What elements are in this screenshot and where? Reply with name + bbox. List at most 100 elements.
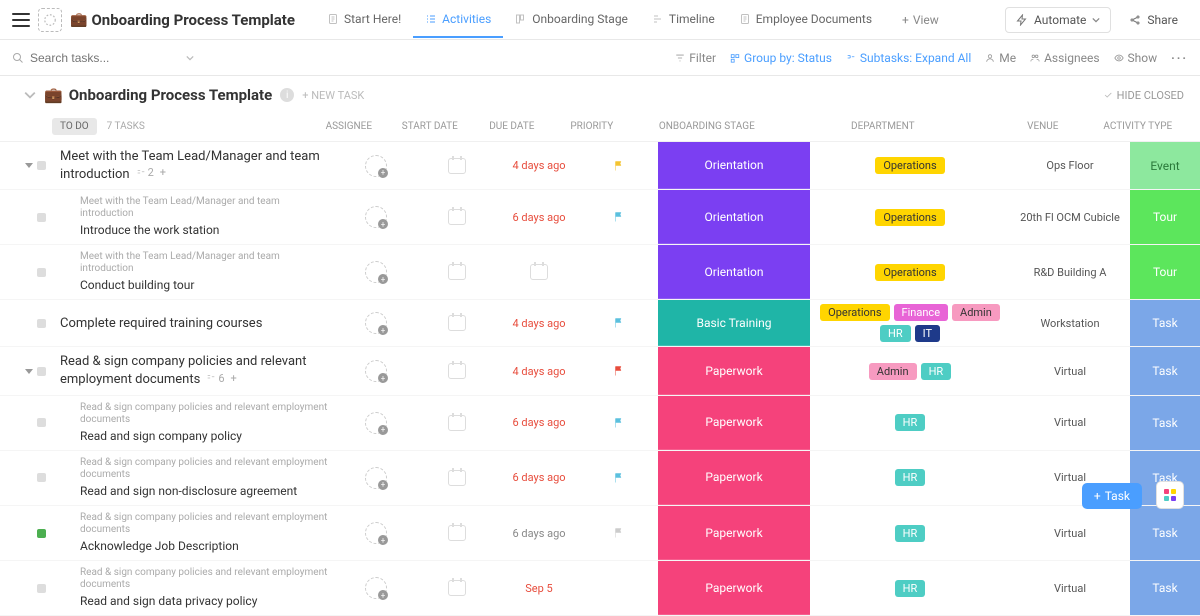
space-icon[interactable]: [38, 8, 62, 32]
assignee-placeholder[interactable]: [365, 412, 387, 434]
stage-cell[interactable]: Paperwork: [658, 396, 810, 450]
more-icon[interactable]: ···: [1171, 51, 1188, 65]
calendar-icon[interactable]: [448, 264, 466, 280]
dept-cell[interactable]: Operations: [810, 205, 1010, 230]
activity-cell[interactable]: Task: [1130, 506, 1200, 560]
activity-cell[interactable]: Task: [1130, 300, 1200, 346]
due-date[interactable]: 6 days ago: [512, 416, 565, 429]
activity-cell[interactable]: Task: [1130, 347, 1200, 394]
view-tab-onboarding-stage[interactable]: Onboarding Stage: [503, 2, 640, 38]
dept-cell[interactable]: Operations: [810, 153, 1010, 178]
dept-tag[interactable]: HR: [895, 580, 926, 597]
collapse-icon[interactable]: [24, 89, 36, 101]
col-activity[interactable]: ACTIVITY TYPE: [1103, 121, 1173, 132]
flag-icon[interactable]: [613, 210, 625, 224]
col-priority[interactable]: PRIORITY: [553, 121, 631, 132]
dept-tag[interactable]: HR: [895, 525, 926, 542]
calendar-icon[interactable]: [448, 470, 466, 486]
subtask-row[interactable]: Meet with the Team Lead/Manager and team…: [0, 190, 1200, 245]
task-name[interactable]: Conduct building tour: [80, 277, 332, 293]
calendar-icon[interactable]: [448, 415, 466, 431]
venue-cell[interactable]: 20th Fl OCM Cubicle: [1010, 211, 1130, 224]
group-by-button[interactable]: Group by: Status: [730, 51, 832, 65]
dept-tag[interactable]: Admin: [869, 363, 917, 380]
due-date[interactable]: 6 days ago: [512, 211, 565, 224]
stage-cell[interactable]: Paperwork: [658, 561, 810, 615]
subtask-row[interactable]: Meet with the Team Lead/Manager and team…: [0, 245, 1200, 300]
flag-icon[interactable]: [613, 364, 625, 378]
venue-cell[interactable]: Virtual: [1010, 416, 1130, 429]
due-date[interactable]: 4 days ago: [512, 159, 565, 172]
expand-icon[interactable]: [25, 369, 33, 374]
dept-cell[interactable]: AdminHR: [810, 359, 1010, 384]
task-name[interactable]: Read and sign data privacy policy: [80, 593, 332, 609]
col-assignee[interactable]: ASSIGNEE: [309, 121, 389, 132]
stage-cell[interactable]: Paperwork: [658, 347, 810, 394]
subtask-row[interactable]: Read & sign company policies and relevan…: [0, 561, 1200, 616]
add-view-button[interactable]: + View: [892, 13, 949, 27]
add-subtask-icon[interactable]: +: [160, 166, 166, 179]
subtask-row[interactable]: Read & sign company policies and relevan…: [0, 396, 1200, 451]
activity-cell[interactable]: Tour: [1130, 245, 1200, 299]
view-tab-employee-documents[interactable]: Employee Documents: [727, 2, 884, 38]
activity-cell[interactable]: Task: [1130, 561, 1200, 615]
assignee-placeholder[interactable]: [365, 577, 387, 599]
stage-cell[interactable]: Basic Training: [658, 300, 810, 346]
col-startdate[interactable]: START DATE: [389, 121, 471, 132]
status-square[interactable]: [37, 319, 46, 328]
col-stage[interactable]: ONBOARDING STAGE: [631, 121, 783, 132]
task-row[interactable]: Read & sign company policies and relevan…: [0, 347, 1200, 395]
dept-tag[interactable]: HR: [895, 469, 926, 486]
assignee-placeholder[interactable]: [365, 312, 387, 334]
search-box[interactable]: [12, 51, 194, 65]
status-square[interactable]: [37, 161, 46, 170]
dept-tag[interactable]: Admin: [952, 304, 1000, 321]
task-name[interactable]: Complete required training courses: [60, 316, 262, 331]
calendar-icon[interactable]: [448, 525, 466, 541]
subtask-count[interactable]: 6: [206, 372, 224, 385]
assignee-placeholder[interactable]: [365, 261, 387, 283]
calendar-icon[interactable]: [448, 158, 466, 174]
dept-tag[interactable]: Operations: [875, 209, 944, 226]
assignee-placeholder[interactable]: [365, 206, 387, 228]
calendar-icon[interactable]: [448, 580, 466, 596]
calendar-icon[interactable]: [448, 209, 466, 225]
view-tab-start-here-[interactable]: Start Here!: [315, 2, 413, 38]
view-tab-timeline[interactable]: Timeline: [640, 2, 727, 38]
stage-cell[interactable]: Orientation: [658, 142, 810, 189]
dept-cell[interactable]: Operations: [810, 260, 1010, 285]
assignees-button[interactable]: Assignees: [1030, 51, 1099, 65]
venue-cell[interactable]: Virtual: [1010, 582, 1130, 595]
show-button[interactable]: Show: [1114, 51, 1158, 65]
dept-tag[interactable]: IT: [915, 325, 940, 342]
dept-tag[interactable]: Operations: [875, 264, 944, 281]
flag-icon[interactable]: [613, 416, 625, 430]
view-tab-activities[interactable]: Activities: [413, 2, 503, 38]
venue-cell[interactable]: Ops Floor: [1010, 159, 1130, 172]
dept-cell[interactable]: OperationsFinanceAdminHRIT: [810, 300, 1010, 346]
due-date[interactable]: 6 days ago: [512, 527, 565, 540]
add-subtask-icon[interactable]: +: [231, 372, 237, 385]
calendar-icon[interactable]: [448, 315, 466, 331]
search-input[interactable]: [30, 51, 150, 65]
task-name[interactable]: Read & sign company policies and relevan…: [60, 354, 306, 387]
stage-cell[interactable]: Paperwork: [658, 451, 810, 505]
info-icon[interactable]: i: [280, 88, 294, 102]
subtask-row[interactable]: Read & sign company policies and relevan…: [0, 506, 1200, 561]
menu-icon[interactable]: [12, 13, 30, 27]
flag-icon[interactable]: [613, 159, 625, 173]
stage-cell[interactable]: Orientation: [658, 190, 810, 244]
subtask-row[interactable]: Read & sign company policies and relevan…: [0, 451, 1200, 506]
dept-tag[interactable]: Finance: [894, 304, 948, 321]
hide-closed-button[interactable]: HIDE CLOSED: [1103, 89, 1184, 102]
stage-cell[interactable]: Orientation: [658, 245, 810, 299]
calendar-icon[interactable]: [448, 363, 466, 379]
new-task-float-button[interactable]: + Task: [1082, 483, 1142, 509]
task-name[interactable]: Read and sign non-disclosure agreement: [80, 483, 332, 499]
task-name[interactable]: Read and sign company policy: [80, 428, 332, 444]
task-name[interactable]: Acknowledge Job Description: [80, 538, 332, 554]
activity-cell[interactable]: Event: [1130, 142, 1200, 189]
dept-cell[interactable]: HR: [810, 465, 1010, 490]
venue-cell[interactable]: Workstation: [1010, 317, 1130, 330]
flag-icon[interactable]: [613, 526, 625, 540]
